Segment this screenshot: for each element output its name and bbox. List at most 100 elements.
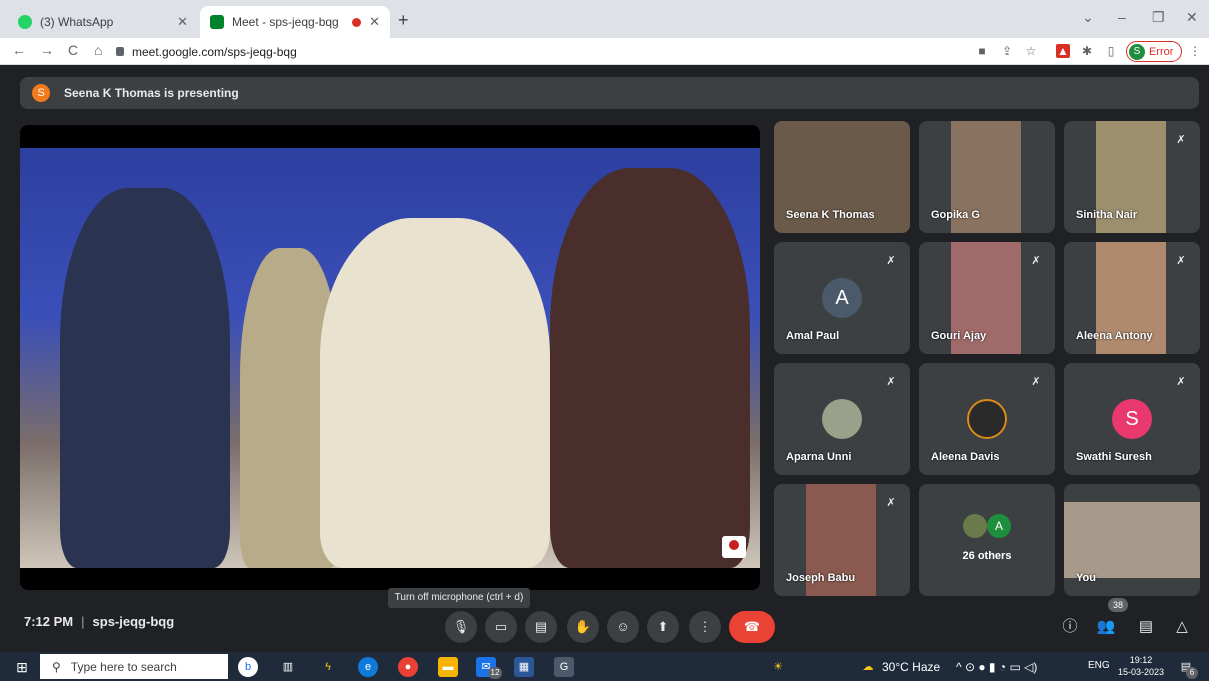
participant-name: Sinitha Nair	[1076, 209, 1138, 221]
edge-icon[interactable]: e	[358, 657, 378, 677]
home-button[interactable]: ⌂	[94, 42, 102, 58]
activities-icon[interactable]: △	[1170, 615, 1194, 639]
browser-tab-strip: (3) WhatsApp ✕ Meet - sps-jeqg-bqg ✕ + ⌄…	[0, 0, 1209, 38]
search-placeholder: Type here to search	[70, 659, 177, 674]
share-icon[interactable]: ⇪	[1000, 44, 1014, 58]
mic-off-icon: ✗	[886, 376, 896, 388]
chrome-profile-icon[interactable]: G	[554, 657, 574, 677]
pdf-icon[interactable]: ▲	[1056, 44, 1070, 58]
people-icon[interactable]: 👥	[1094, 615, 1118, 639]
present-button[interactable]: ⬆	[647, 611, 679, 643]
avatar: A	[987, 514, 1011, 538]
close-tab-icon[interactable]: ✕	[369, 14, 380, 30]
tab-meet[interactable]: Meet - sps-jeqg-bqg ✕	[200, 6, 390, 38]
address-bar-row: ← → C ⌂ meet.google.com/sps-jeqg-bqg ■ ⇪…	[0, 38, 1209, 65]
taskbar-clock[interactable]: 19:12 15-03-2023	[1116, 654, 1166, 678]
tab-search-icon[interactable]: ⌄	[1082, 9, 1094, 26]
participant-video	[1064, 502, 1200, 578]
task-view-icon[interactable]: ▥	[278, 657, 298, 677]
minimize-button[interactable]: –	[1118, 9, 1126, 25]
participant-tile[interactable]: Seena K Thomas	[774, 121, 910, 233]
raise-hand-button[interactable]: ✋	[567, 611, 599, 643]
chat-icon[interactable]: ▤	[1134, 615, 1158, 639]
participant-name: Aleena Antony	[1076, 330, 1153, 342]
file-explorer-icon[interactable]: ▬	[438, 657, 458, 677]
maximize-button[interactable]: ❐	[1152, 9, 1165, 26]
sidepanel-icon[interactable]: ▯	[1104, 44, 1118, 58]
url-bar[interactable]: meet.google.com/sps-jeqg-bqg	[116, 41, 956, 62]
camera-icon[interactable]: ■	[975, 44, 989, 58]
microphone-button[interactable]: 🎙	[445, 611, 477, 643]
store-icon[interactable]: ▦	[514, 657, 534, 677]
presenting-text: Seena K Thomas is presenting	[64, 86, 239, 100]
avatar	[822, 399, 862, 439]
self-tile[interactable]: You	[1064, 484, 1200, 596]
close-window-button[interactable]: ✕	[1186, 9, 1198, 26]
participant-name: Aleena Davis	[931, 451, 1000, 463]
star-icon[interactable]: ☆	[1024, 44, 1038, 58]
meet-window: S Seena K Thomas is presenting Seena K T…	[0, 65, 1209, 652]
windows-taskbar: ⊞ ⚲ Type here to search b ▥ ϟ e ● ▬ ✉ 12…	[0, 652, 1209, 681]
taskbar-search[interactable]: ⚲ Type here to search	[40, 654, 228, 679]
reload-button[interactable]: C	[68, 42, 78, 58]
close-tab-icon[interactable]: ✕	[177, 14, 188, 30]
avatar	[967, 399, 1007, 439]
search-icon: ⚲	[52, 659, 61, 674]
mic-tooltip: Turn off microphone (ctrl + d)	[388, 588, 530, 608]
emoji-button[interactable]: ☺	[607, 611, 639, 643]
menu-icon[interactable]: ⋮	[1188, 44, 1202, 58]
new-tab-button[interactable]: +	[398, 10, 409, 31]
profile-status: Error	[1149, 45, 1174, 58]
participant-tile[interactable]: ✗ Aparna Unni	[774, 363, 910, 475]
person-figure	[320, 218, 550, 568]
participant-tile[interactable]: ✗ S Swathi Suresh	[1064, 363, 1200, 475]
mic-off-icon: ✗	[1176, 134, 1186, 146]
mic-off-icon: ✗	[1176, 376, 1186, 388]
tab-whatsapp[interactable]: (3) WhatsApp ✕	[8, 6, 198, 38]
windows-start-icon[interactable]: ⊞	[12, 657, 32, 677]
url-text: meet.google.com/sps-jeqg-bqg	[132, 44, 297, 59]
avatar: S	[1112, 399, 1152, 439]
meeting-time: 7:12 PM	[24, 614, 74, 629]
back-button[interactable]: ←	[12, 42, 26, 58]
end-call-button[interactable]: ☎	[729, 611, 775, 643]
participant-tile[interactable]: ✗ Sinitha Nair	[1064, 121, 1200, 233]
logo-icon	[722, 536, 746, 558]
tab-title: (3) WhatsApp	[40, 15, 114, 29]
bing-icon[interactable]: b	[238, 657, 258, 677]
language-indicator[interactable]: ENG	[1088, 660, 1110, 671]
tray-icons[interactable]: ^ ⊙ ● ▮ ◔ ▭ ◁)	[956, 660, 1037, 674]
person-figure	[550, 168, 750, 568]
participant-tile[interactable]: ✗ A Amal Paul	[774, 242, 910, 354]
profile-error-button[interactable]: S Error	[1126, 41, 1182, 62]
chrome-icon[interactable]: ●	[398, 657, 418, 677]
weather-app-icon[interactable]: ☀	[768, 657, 788, 677]
captions-button[interactable]: ▤	[525, 611, 557, 643]
puzzle-icon[interactable]: ✱	[1080, 44, 1094, 58]
weather-text[interactable]: 30°C Haze	[882, 660, 940, 674]
mic-off-icon: ✗	[1176, 255, 1186, 267]
participant-tile[interactable]: ✗ Joseph Babu	[774, 484, 910, 596]
participant-tile[interactable]: ✗ Aleena Davis	[919, 363, 1055, 475]
participant-name: Joseph Babu	[786, 572, 856, 584]
participant-tile[interactable]: Gopika G	[919, 121, 1055, 233]
lightning-icon[interactable]: ϟ	[318, 657, 338, 677]
recording-icon	[352, 17, 362, 27]
participant-name: Swathi Suresh	[1076, 451, 1152, 463]
participant-tile[interactable]: ✗ Gouri Ajay	[919, 242, 1055, 354]
avatar	[963, 514, 987, 538]
tab-title: Meet - sps-jeqg-bqg	[232, 15, 339, 29]
separator: |	[81, 614, 85, 629]
forward-button[interactable]: →	[40, 42, 54, 58]
camera-button[interactable]: ▭	[485, 611, 517, 643]
notification-badge: 6	[1186, 667, 1198, 679]
weather-icon: ☁	[862, 661, 874, 673]
participant-tile[interactable]: ✗ Aleena Antony	[1064, 242, 1200, 354]
mic-off-icon: ✗	[886, 497, 896, 509]
info-icon[interactable]: ⓘ	[1058, 615, 1082, 639]
more-options-button[interactable]: ⋮	[689, 611, 721, 643]
mic-off-icon: ✗	[886, 255, 896, 267]
participant-name: Aparna Unni	[786, 451, 852, 463]
presentation-stage[interactable]	[20, 125, 760, 590]
others-tile[interactable]: A 26 others	[919, 484, 1055, 596]
